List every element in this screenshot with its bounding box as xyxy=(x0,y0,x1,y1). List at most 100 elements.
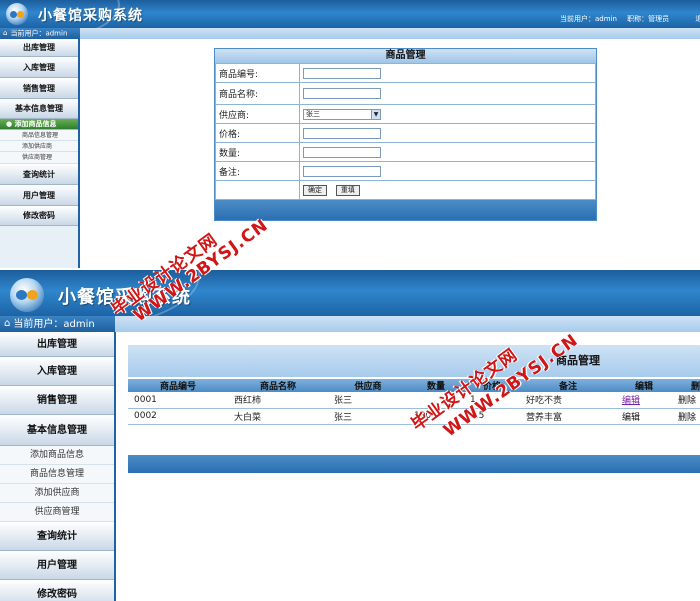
form-cell xyxy=(299,82,596,105)
name-input[interactable] xyxy=(303,88,381,99)
cell-code: 0001 xyxy=(128,392,228,409)
sub-item-add-supplier[interactable]: 添加供应商 xyxy=(0,484,114,503)
cell-edit: 编辑 xyxy=(616,408,672,425)
cell-delete: 删除 xyxy=(672,408,700,425)
price-input[interactable] xyxy=(303,127,381,139)
list-footer xyxy=(128,455,700,473)
cell-delete: 删除 xyxy=(672,392,700,409)
app-logo xyxy=(10,278,44,312)
current-user-label: 当前用户：admin xyxy=(13,319,95,330)
form-cell xyxy=(299,123,596,143)
menu-outbound[interactable]: 出库管理 xyxy=(0,332,114,357)
menu-user-manage[interactable]: 用户管理 xyxy=(0,185,78,206)
logout-link[interactable]: 退出 xyxy=(695,15,700,23)
top-strip xyxy=(80,28,700,39)
home-icon: ⌂ xyxy=(4,318,11,329)
user-strip: ⌂ 当前用户：admin xyxy=(0,28,80,39)
role-label: 职称：管理员 xyxy=(627,15,670,23)
cell-name: 大白菜 xyxy=(228,408,328,425)
current-user-label: 当前用户：admin xyxy=(560,15,617,23)
menu-add-goods-active[interactable]: ● 添加商品信息 xyxy=(0,119,78,130)
app-logo xyxy=(6,3,28,25)
delete-link[interactable]: 删除 xyxy=(678,396,696,406)
menu-user-manage[interactable]: 用户管理 xyxy=(0,551,114,580)
menu-inbound[interactable]: 入库管理 xyxy=(0,357,114,386)
table-header-row: 商品编号 商品名称 供应商 数量 价格 备注 编辑 删除 xyxy=(128,379,700,392)
cell-remark: 营养丰富 xyxy=(520,408,616,425)
reset-button[interactable]: 重填 xyxy=(335,184,360,196)
logo-dot xyxy=(27,290,38,300)
user-strip: ⌂ 当前用户：admin xyxy=(0,316,115,332)
cell-code: 0002 xyxy=(128,408,228,425)
edit-link[interactable]: 编辑 xyxy=(622,413,640,423)
delete-link[interactable]: 删除 xyxy=(678,413,696,423)
cell-remark: 好吃不贵 xyxy=(520,392,616,409)
sidebar: 出库管理 入库管理 销售管理 基本信息管理 ● 添加商品信息 商品信息管理 添加… xyxy=(0,39,80,268)
cell-supplier: 张三 xyxy=(328,392,408,409)
form-row: 商品编号: xyxy=(215,63,596,83)
form-cell xyxy=(299,161,596,181)
cell-name: 西红柿 xyxy=(228,392,328,409)
form-row: 数量: xyxy=(215,142,596,162)
menu-change-password[interactable]: 修改密码 xyxy=(0,580,114,601)
current-user-label: 当前用户：admin xyxy=(10,29,68,38)
confirm-button[interactable]: 确定 xyxy=(303,184,327,196)
form-cell xyxy=(215,180,300,200)
sidebar: 出库管理 入库管理 销售管理 基本信息管理 添加商品信息 商品信息管理 添加供应… xyxy=(0,332,116,601)
remark-label: 备注: xyxy=(215,161,300,181)
goods-form: 商品编号: 商品名称: 供应商: 张三 ▼ 价格: 数量: 备注: 确定 重填 xyxy=(215,63,596,200)
cell-supplier: 张三 xyxy=(328,408,408,425)
form-row: 价格: xyxy=(215,123,596,143)
top-strip xyxy=(115,316,700,332)
col-header: 商品名称 xyxy=(228,379,328,392)
user-info-bar: 当前用户：admin 职称：管理员 退出 xyxy=(560,14,700,24)
form-row: 供应商: 张三 ▼ xyxy=(215,104,596,124)
form-cell: 确定 重填 xyxy=(299,180,596,200)
menu-sales[interactable]: 销售管理 xyxy=(0,386,114,415)
top-banner: 小餐馆采购系统 当前用户：admin 职称：管理员 退出 xyxy=(0,0,700,28)
menu-basic-info[interactable]: 基本信息管理 xyxy=(0,99,78,119)
col-header: 删除 xyxy=(672,379,700,392)
menu-outbound[interactable]: 出库管理 xyxy=(0,39,78,57)
menu-query-stats[interactable]: 查询统计 xyxy=(0,522,114,551)
form-row: 确定 重填 xyxy=(215,180,596,200)
supplier-select[interactable]: 张三 ▼ xyxy=(303,108,381,120)
menu-query-stats[interactable]: 查询统计 xyxy=(0,164,78,185)
cell-edit: 编辑 xyxy=(616,392,672,409)
menu-sales[interactable]: 销售管理 xyxy=(0,78,78,99)
col-header: 商品编号 xyxy=(128,379,228,392)
list-title: 商品管理 xyxy=(128,345,700,377)
sub-item-add-supplier[interactable]: 添加供应商 xyxy=(0,141,78,152)
code-label: 商品编号: xyxy=(215,63,300,83)
edit-link[interactable]: 编辑 xyxy=(622,396,640,406)
bottom-banner: 小餐馆采购系统 xyxy=(0,270,700,316)
menu-basic-info[interactable]: 基本信息管理 xyxy=(0,415,114,446)
quantity-input[interactable] xyxy=(303,146,381,158)
logo-dot xyxy=(17,11,24,18)
menu-change-password[interactable]: 修改密码 xyxy=(0,206,78,226)
name-label: 商品名称: xyxy=(215,82,300,105)
table-row: 0001 西红柿 张三 1 好吃不贵 编辑 删除 xyxy=(128,392,700,409)
goods-form-panel: 商品管理 商品编号: 商品名称: 供应商: 张三 ▼ 价格: 数量: 备注: 确… xyxy=(214,48,597,221)
form-cell xyxy=(299,142,596,162)
sub-item-goods-manage[interactable]: 商品信息管理 xyxy=(0,130,78,141)
quantity-label: 数量: xyxy=(215,142,300,162)
logo-dot xyxy=(16,290,27,300)
sub-item-goods-manage[interactable]: 商品信息管理 xyxy=(0,465,114,484)
home-icon: ⌂ xyxy=(3,29,8,37)
form-row: 商品名称: xyxy=(215,82,596,105)
form-footer xyxy=(215,200,596,220)
menu-inbound[interactable]: 入库管理 xyxy=(0,57,78,78)
form-cell: 张三 ▼ xyxy=(299,104,596,124)
top-window: 小餐馆采购系统 当前用户：admin 职称：管理员 退出 ⌂当前用户：admin… xyxy=(0,0,700,268)
price-label: 价格: xyxy=(215,123,300,143)
form-title: 商品管理 xyxy=(215,49,596,63)
code-input[interactable] xyxy=(303,67,381,79)
sub-item-add-goods[interactable]: 添加商品信息 xyxy=(0,446,114,465)
logo-dot xyxy=(10,11,17,18)
remark-input[interactable] xyxy=(303,165,381,177)
menu-add-goods-label: 添加商品信息 xyxy=(14,120,57,128)
sub-item-supplier-manage[interactable]: 供应商管理 xyxy=(0,503,114,522)
form-cell xyxy=(299,63,596,83)
sub-item-supplier-manage[interactable]: 供应商管理 xyxy=(0,152,78,164)
